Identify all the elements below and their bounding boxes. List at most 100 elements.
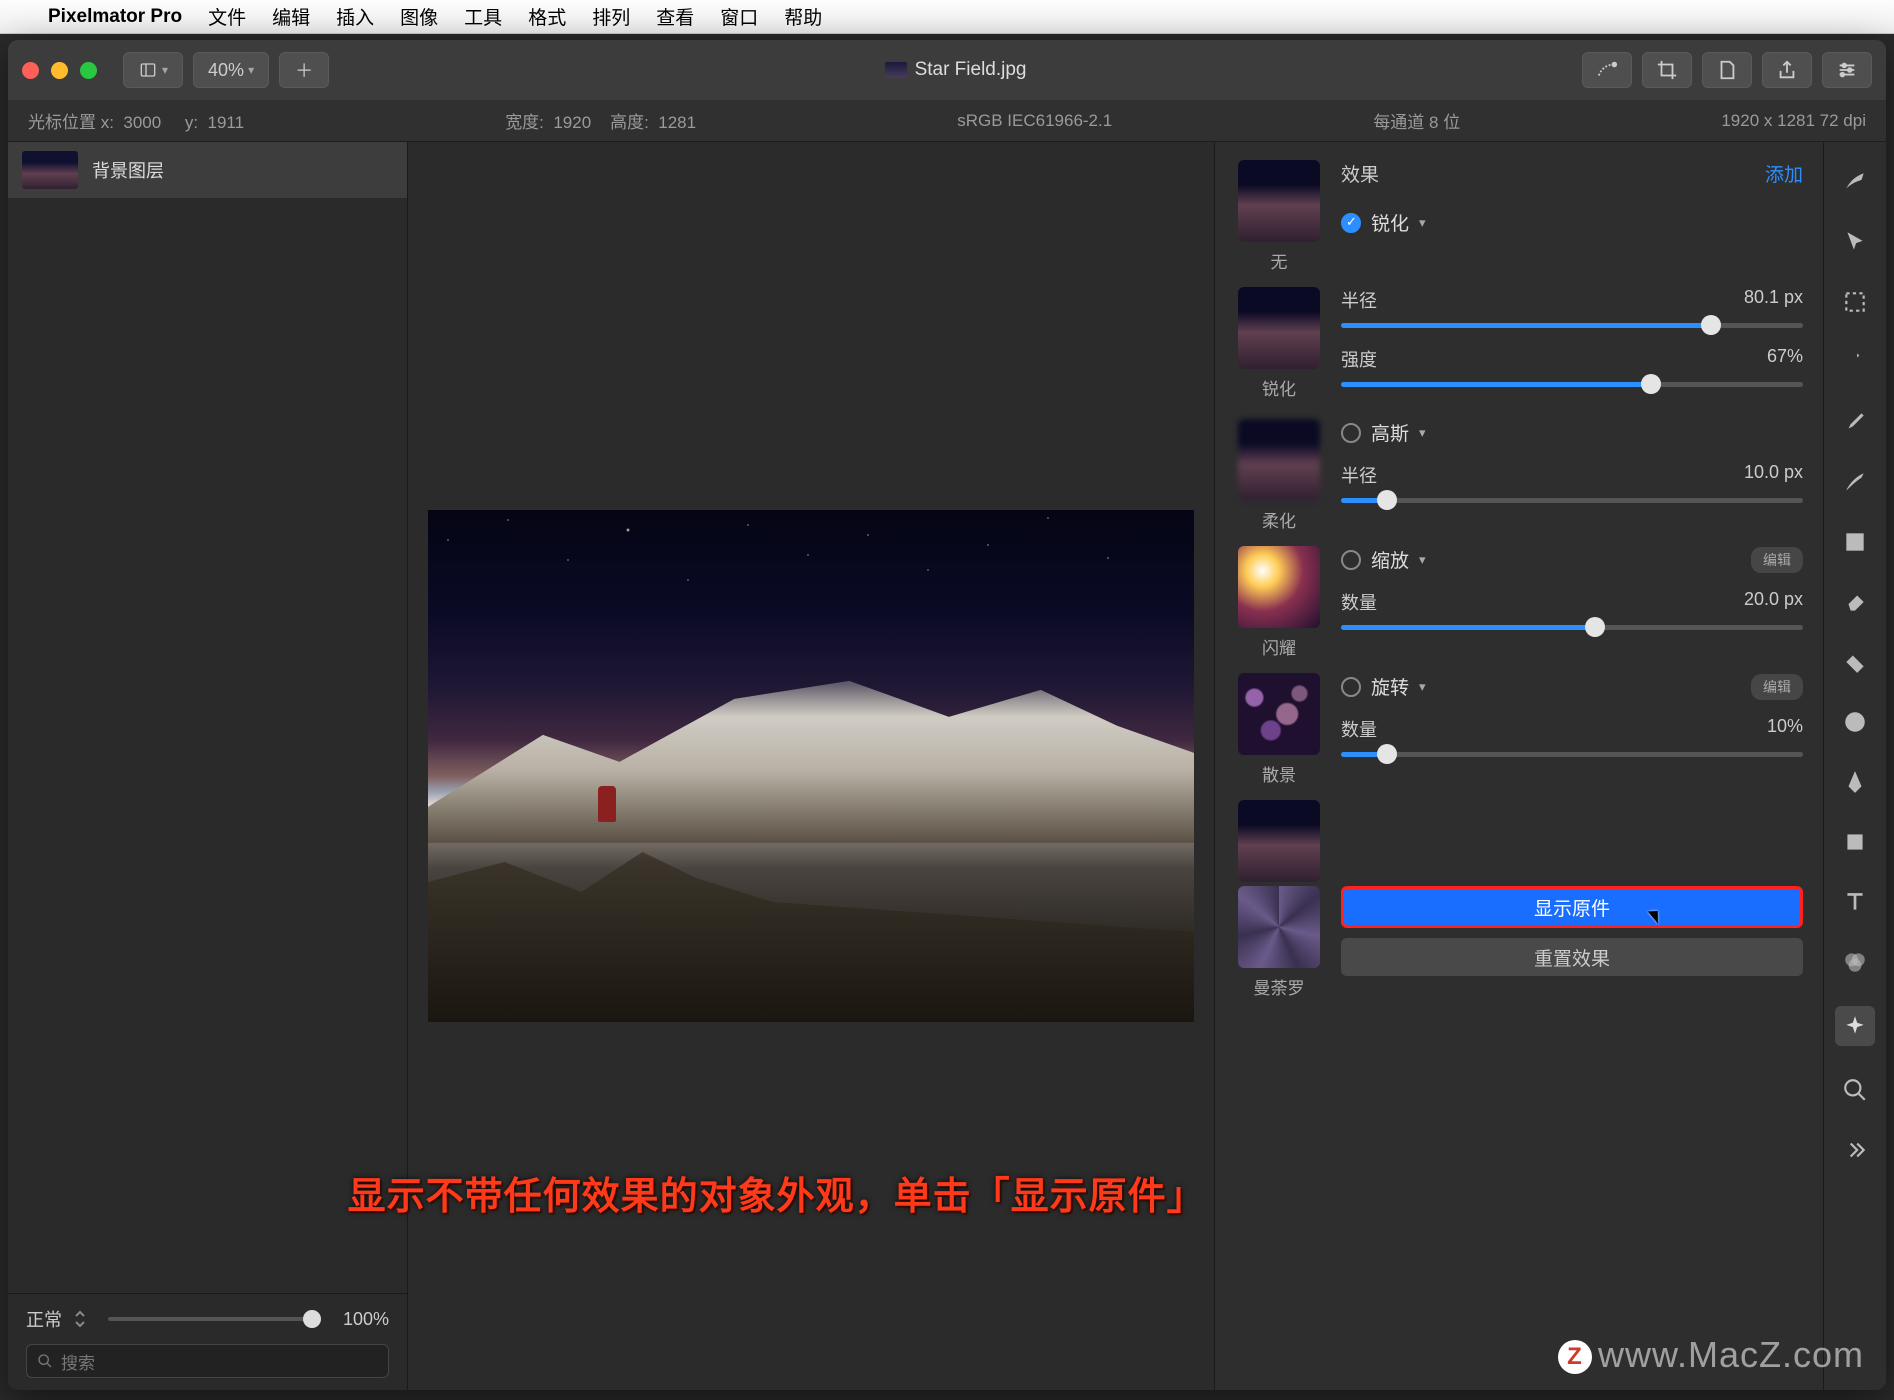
shape-tool-icon[interactable] [1839, 706, 1871, 738]
gradient-tool-icon[interactable] [1839, 526, 1871, 558]
gauss-radius-label: 半径 [1341, 462, 1377, 488]
zoom-button[interactable] [80, 62, 97, 79]
gauss-checkbox[interactable] [1341, 423, 1361, 443]
spin-amount-label: 数量 [1341, 716, 1377, 742]
menu-window[interactable]: 窗口 [720, 3, 758, 30]
menu-tools[interactable]: 工具 [464, 3, 502, 30]
menu-arrange[interactable]: 排列 [592, 3, 630, 30]
overlay-annotation: 显示不带任何效果的对象外观，单击「显示原件」 [348, 1165, 1206, 1220]
rect-tool-icon[interactable] [1839, 826, 1871, 858]
zoom-dropdown[interactable]: 40%▾ [193, 52, 269, 88]
spin-amount-value: 10% [1767, 716, 1803, 742]
canvas-height: 高度: 1281 [610, 113, 696, 132]
share-button[interactable] [1762, 52, 1812, 88]
brush-tool-icon[interactable] [1839, 466, 1871, 498]
search-icon [37, 1353, 53, 1369]
intensity-value: 67% [1767, 346, 1803, 372]
info-bar: 光标位置 x: 3000 y: 1911 宽度: 1920 高度: 1281 s… [8, 100, 1886, 142]
chevron-down-icon[interactable]: ▾ [1419, 215, 1426, 231]
preset-soften-label: 柔化 [1262, 507, 1296, 532]
add-button[interactable]: ＋ [279, 52, 329, 88]
radius-slider[interactable] [1341, 323, 1803, 328]
opacity-slider[interactable] [108, 1317, 321, 1321]
add-effect-link[interactable]: 添加 [1765, 160, 1803, 187]
effects-panel: 无 效果 添加 锐化 ▾ [1214, 142, 1824, 1390]
document-button[interactable] [1702, 52, 1752, 88]
crop-button[interactable] [1642, 52, 1692, 88]
reset-effects-button[interactable]: 重置效果 [1341, 938, 1803, 976]
menu-edit[interactable]: 编辑 [272, 3, 310, 30]
preset-original-thumb[interactable] [1238, 800, 1320, 882]
search-input[interactable]: 搜索 [26, 1344, 389, 1378]
traffic-lights [22, 62, 97, 79]
sharpen-checkbox[interactable] [1341, 213, 1361, 233]
eraser-tool-icon[interactable] [1839, 586, 1871, 618]
zoom-tool-icon[interactable] [1839, 1074, 1871, 1106]
canvas-area[interactable]: 显示不带任何效果的对象外观，单击「显示原件」 [408, 142, 1214, 1390]
menu-format[interactable]: 格式 [528, 3, 566, 30]
opacity-value: 100% [343, 1309, 389, 1330]
paint-selection-button[interactable] [1582, 52, 1632, 88]
style-tool-icon[interactable] [1839, 166, 1871, 198]
layer-thumbnail [22, 151, 78, 189]
menu-help[interactable]: 帮助 [784, 3, 822, 30]
menu-file[interactable]: 文件 [208, 3, 246, 30]
gauss-radius-slider[interactable] [1341, 498, 1803, 503]
text-tool-icon[interactable] [1839, 886, 1871, 918]
preset-flash-thumb[interactable] [1238, 546, 1320, 628]
chevron-down-icon: ▾ [248, 63, 254, 77]
sidebar-toggle[interactable]: ▾ [123, 52, 183, 88]
canvas-width: 宽度: 1920 [505, 113, 591, 132]
preset-none-label: 无 [1271, 248, 1288, 273]
zoom-checkbox[interactable] [1341, 550, 1361, 570]
preset-none-thumb[interactable] [1238, 160, 1320, 242]
menu-image[interactable]: 图像 [400, 3, 438, 30]
minimize-button[interactable] [51, 62, 68, 79]
magic-wand-icon[interactable] [1839, 346, 1871, 378]
layer-row[interactable]: 背景图层 [8, 142, 407, 198]
zoom-amount-label: 数量 [1341, 589, 1377, 615]
spin-amount-slider[interactable] [1341, 752, 1803, 757]
close-button[interactable] [22, 62, 39, 79]
bit-depth: 每通道 8 位 [1373, 108, 1460, 133]
canvas-image [428, 510, 1194, 1022]
more-tools-icon[interactable] [1839, 1134, 1871, 1166]
chevron-down-icon[interactable]: ▾ [1419, 425, 1426, 441]
stepper-icon[interactable] [74, 1310, 86, 1328]
pen-tool-icon[interactable] [1839, 766, 1871, 798]
chevron-down-icon: ▾ [162, 63, 168, 77]
preset-bokeh-label: 散景 [1262, 761, 1296, 786]
cursor-icon [1648, 906, 1664, 923]
spin-name: 旋转 [1371, 673, 1409, 700]
chevron-down-icon[interactable]: ▾ [1419, 679, 1426, 695]
watermark: Zwww.MacZ.com [1558, 1334, 1864, 1376]
menu-view[interactable]: 查看 [656, 3, 694, 30]
radius-label: 半径 [1341, 287, 1377, 313]
preset-sharpen-label: 锐化 [1262, 375, 1296, 400]
marquee-tool-icon[interactable] [1839, 286, 1871, 318]
zoom-edit-button[interactable]: 编辑 [1751, 547, 1803, 573]
spin-edit-button[interactable]: 编辑 [1751, 674, 1803, 700]
panel-toggle-button[interactable] [1822, 52, 1872, 88]
show-original-button[interactable]: 显示原件 [1341, 886, 1803, 928]
menu-insert[interactable]: 插入 [336, 3, 374, 30]
chevron-down-icon[interactable]: ▾ [1419, 552, 1426, 568]
eyedropper-icon[interactable] [1839, 406, 1871, 438]
intensity-slider[interactable] [1341, 382, 1803, 387]
preset-kaleido-thumb[interactable] [1238, 886, 1320, 968]
app-window: ▾ 40%▾ ＋ Star Field.jpg 光标位置 x: 3000 y: … [8, 40, 1886, 1390]
effects-tool-icon[interactable] [1835, 1006, 1875, 1046]
preset-bokeh-thumb[interactable] [1238, 673, 1320, 755]
arrow-tool-icon[interactable] [1839, 226, 1871, 258]
titlebar: ▾ 40%▾ ＋ Star Field.jpg [8, 40, 1886, 100]
tool-sidebar [1824, 142, 1886, 1390]
repair-tool-icon[interactable] [1839, 646, 1871, 678]
spin-checkbox[interactable] [1341, 677, 1361, 697]
color-adjust-icon[interactable] [1839, 946, 1871, 978]
zoom-amount-value: 20.0 px [1744, 589, 1803, 615]
preset-sharpen-thumb[interactable] [1238, 287, 1320, 369]
preset-soften-thumb[interactable] [1238, 419, 1320, 501]
app-menu[interactable]: Pixelmator Pro [48, 6, 182, 28]
zoom-amount-slider[interactable] [1341, 625, 1803, 630]
blend-mode-dropdown[interactable]: 正常 [26, 1306, 62, 1332]
